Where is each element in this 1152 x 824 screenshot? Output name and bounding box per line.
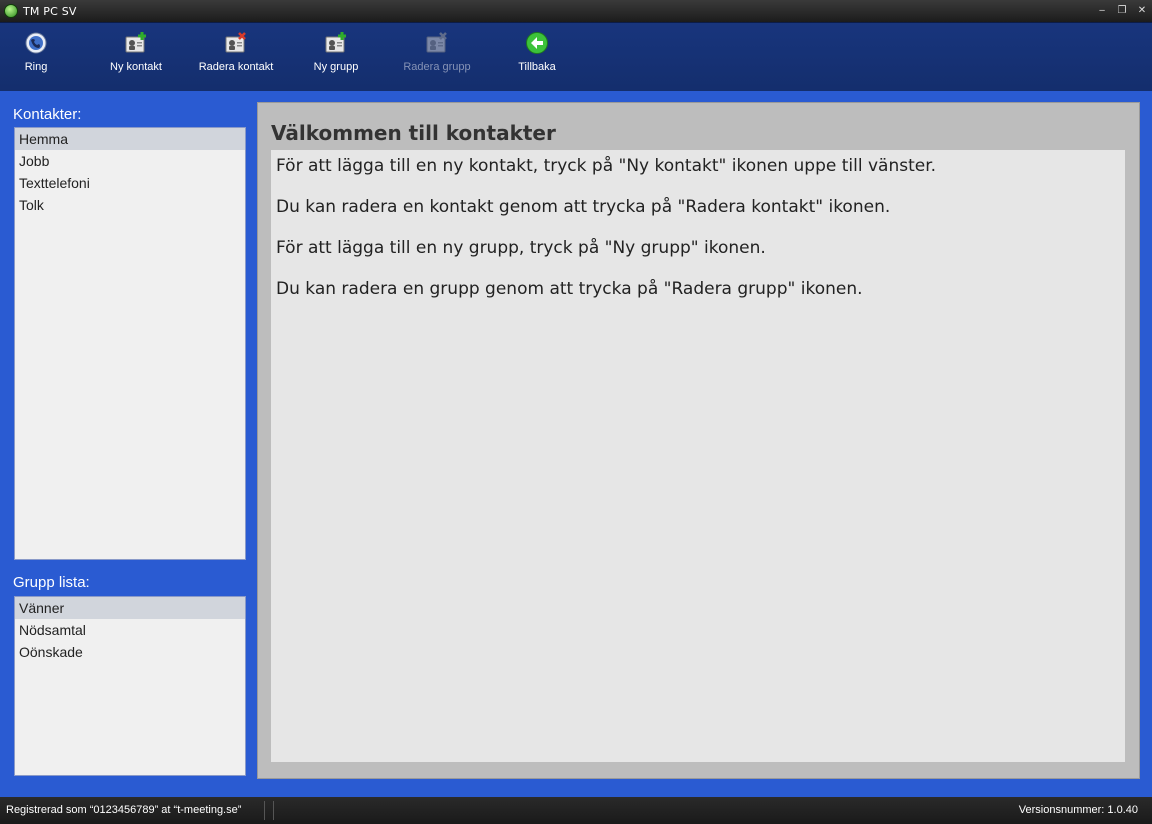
welcome-panel: Välkommen till kontakter För att lägga t… [257,102,1140,779]
new-group-button[interactable]: Ny grupp [286,29,386,79]
ring-button[interactable]: Ring [0,29,86,79]
help-text-new-group: För att lägga till en ny grupp, tryck på… [276,238,766,258]
version-number: Versionsnummer: 1.0.40 [1018,804,1138,816]
content-area: Kontakter: Hemma Jobb Texttelefoni Tolk … [0,91,1152,797]
delete-group-button[interactable]: Radera grupp [387,29,487,79]
groups-list[interactable]: Vänner Nödsamtal Oönskade [14,596,246,776]
delete-group-label: Radera grupp [403,61,471,73]
window-title: TM PC SV [23,4,77,18]
contact-item-jobb[interactable]: Jobb [15,150,245,172]
window-controls: ‒ ❐ ✕ [1096,0,1148,22]
back-arrow-icon [526,32,548,54]
contact-item-hemma[interactable]: Hemma [15,128,245,150]
new-contact-label: Ny kontakt [110,61,162,73]
contact-item-tolk[interactable]: Tolk [15,194,245,216]
contacts-list[interactable]: Hemma Jobb Texttelefoni Tolk [14,127,246,560]
delete-contact-label: Radera kontakt [198,61,274,73]
panel-title: Välkommen till kontakter [271,121,556,145]
group-item-oonskade[interactable]: Oönskade [15,641,245,663]
new-contact-button[interactable]: Ny kontakt [86,29,186,79]
status-bar: Registrerad som “0123456789” at “t-meeti… [0,797,1152,824]
help-text-delete-contact: Du kan radera en kontakt genom att tryck… [276,197,891,217]
back-button[interactable]: Tillbaka [487,29,587,79]
registration-status: Registrerad som “0123456789” at “t-meeti… [6,804,242,816]
group-item-vanner[interactable]: Vänner [15,597,245,619]
minimize-button[interactable]: ‒ [1096,5,1108,17]
contacts-heading: Kontakter: [13,106,82,123]
title-bar: TM PC SV ‒ ❐ ✕ [0,0,1152,22]
status-divider [273,801,274,820]
delete-contact-icon [225,32,246,53]
add-group-icon [325,32,346,53]
groups-heading: Grupp lista: [13,574,90,591]
close-button[interactable]: ✕ [1136,5,1148,17]
toolbar: Ring Ny kontakt Radera kontakt Ny grupp … [0,22,1152,91]
contact-item-texttelefoni[interactable]: Texttelefoni [15,172,245,194]
app-logo-icon [4,4,18,18]
restore-button[interactable]: ❐ [1116,5,1128,17]
status-divider [264,801,265,820]
phone-globe-icon [25,32,47,54]
group-item-nodsamtal[interactable]: Nödsamtal [15,619,245,641]
help-text-delete-group: Du kan radera en grupp genom att trycka … [276,279,863,299]
back-label: Tillbaka [518,61,556,73]
add-contact-icon [125,32,146,53]
ring-label: Ring [24,61,48,73]
delete-group-icon [426,32,447,53]
help-text-new-contact: För att lägga till en ny kontakt, tryck … [276,156,937,176]
panel-body: För att lägga till en ny kontakt, tryck … [271,150,1125,762]
new-group-label: Ny grupp [313,61,359,73]
delete-contact-button[interactable]: Radera kontakt [186,29,286,79]
